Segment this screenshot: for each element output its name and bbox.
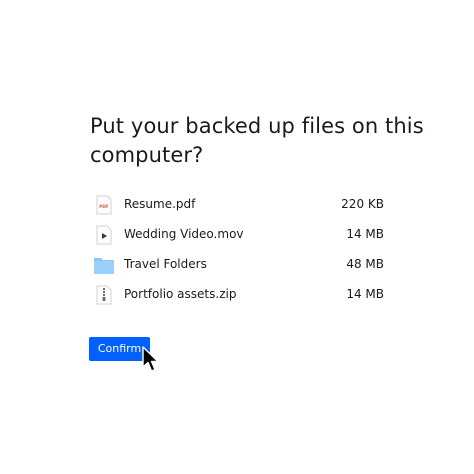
pdf-badge-text: PDF [99,204,109,209]
pdf-file-icon: PDF [94,195,114,215]
confirm-button[interactable]: Confirm [89,337,150,361]
mouse-pointer-icon [142,346,159,372]
file-row-wedding-video[interactable]: Wedding Video.mov 14 MB [94,220,384,250]
zip-file-icon [94,285,114,305]
folder-icon [94,255,114,275]
file-list: PDF Resume.pdf 220 KB Wedding Video.mov … [94,190,384,310]
file-row-travel-folders[interactable]: Travel Folders 48 MB [94,250,384,280]
file-size: 14 MB [346,287,384,301]
video-file-icon [94,225,114,245]
file-size: 48 MB [346,257,384,271]
file-row-resume[interactable]: PDF Resume.pdf 220 KB [94,190,384,220]
dialog-title: Put your backed up files on this compute… [90,114,424,167]
file-size: 14 MB [346,227,384,241]
file-name: Travel Folders [124,257,207,271]
file-name: Wedding Video.mov [124,227,244,241]
file-size: 220 KB [341,197,384,211]
file-name: Resume.pdf [124,197,196,211]
file-row-portfolio-assets[interactable]: Portfolio assets.zip 14 MB [94,280,384,310]
file-name: Portfolio assets.zip [124,287,237,301]
